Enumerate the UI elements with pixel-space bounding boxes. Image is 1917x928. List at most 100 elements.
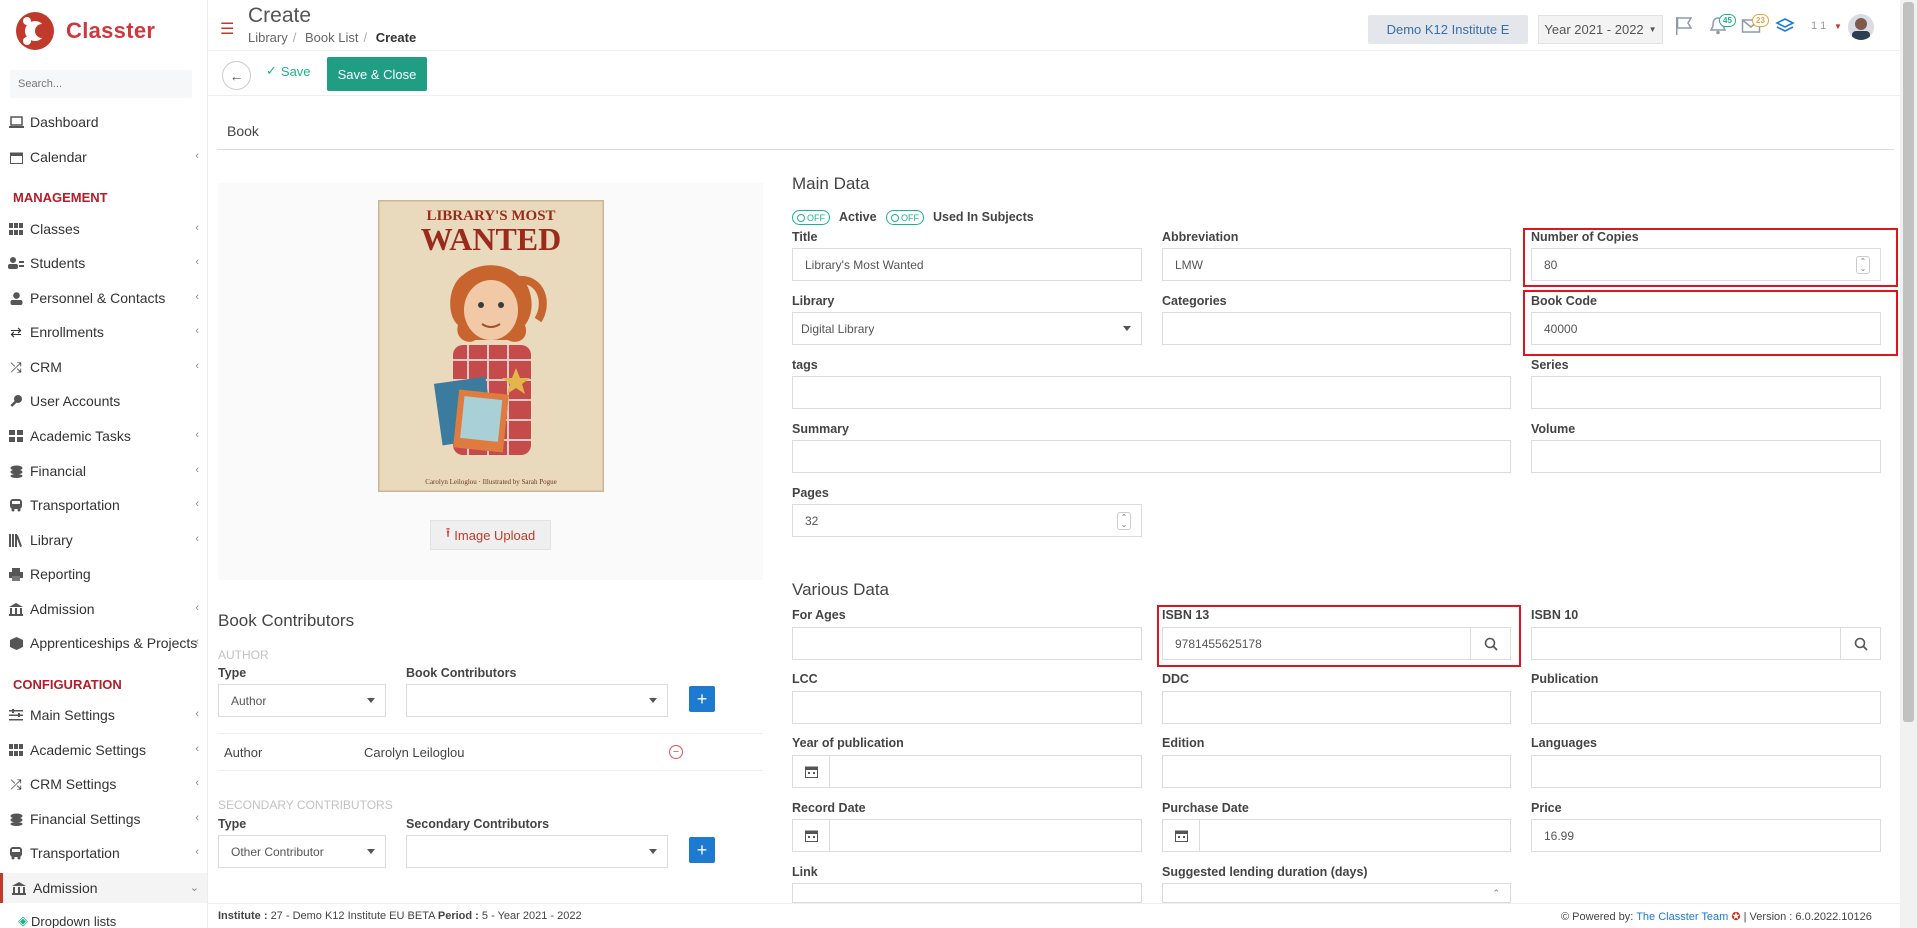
add-author-button[interactable]: + bbox=[689, 686, 715, 712]
sidebar-item-calendar[interactable]: Calendar ‹ bbox=[0, 142, 207, 172]
price-input[interactable]: 16.99 bbox=[1531, 819, 1881, 852]
footer-period-value: 5 - Year 2021 - 2022 bbox=[481, 910, 582, 922]
add-secondary-contributor-button[interactable]: + bbox=[689, 837, 715, 863]
used-in-subjects-toggle[interactable]: OFF bbox=[886, 210, 924, 225]
flag-icon[interactable] bbox=[1674, 16, 1694, 41]
caret-down-icon[interactable]: ▼ bbox=[1834, 22, 1842, 31]
secondary-type-select[interactable]: Other Contributor bbox=[218, 835, 386, 868]
price-label: Price bbox=[1531, 801, 1562, 815]
lcc-input[interactable] bbox=[792, 691, 1142, 724]
save-button-label: Save bbox=[280, 63, 311, 79]
sidebar-item-dashboard[interactable]: Dashboard bbox=[0, 107, 207, 137]
active-toggle[interactable]: OFF bbox=[792, 210, 830, 225]
user-icon bbox=[7, 291, 25, 305]
sidebar-item-crm-settings[interactable]: ⤮ CRM Settings ‹ bbox=[0, 769, 207, 799]
sidebar-item-user-accounts[interactable]: User Accounts bbox=[0, 386, 207, 416]
sidebar-item-library[interactable]: Library ‹ bbox=[0, 525, 207, 555]
footer-version: | Version : 6.0.2022.10126 bbox=[1743, 911, 1872, 923]
title-input[interactable]: Library's Most Wanted bbox=[792, 248, 1142, 281]
book-contributors-select[interactable] bbox=[406, 684, 668, 717]
sidebar-item-transportation-settings[interactable]: Transportation ‹ bbox=[0, 838, 207, 868]
arrow-left-icon: ← bbox=[229, 67, 244, 84]
record-date-input[interactable] bbox=[792, 819, 1142, 852]
sidebar-item-academic-settings[interactable]: Academic Settings ‹ bbox=[0, 735, 207, 765]
sidebar-item-financial[interactable]: Financial ‹ bbox=[0, 456, 207, 486]
sidebar-item-admission[interactable]: Admission ‹ bbox=[0, 594, 207, 624]
image-upload-button[interactable]: ⭱ Image Upload bbox=[430, 520, 551, 550]
lending-duration-input[interactable]: ⌃ bbox=[1162, 883, 1511, 903]
sidebar-item-apprenticeships[interactable]: Apprenticeships & Projects ‹ bbox=[0, 628, 207, 658]
for-ages-input[interactable] bbox=[792, 627, 1142, 660]
summary-input[interactable] bbox=[792, 440, 1511, 473]
publication-input[interactable] bbox=[1531, 691, 1881, 724]
sidebar-item-financial-settings[interactable]: Financial Settings ‹ bbox=[0, 804, 207, 834]
layers-icon[interactable] bbox=[1775, 16, 1795, 41]
sidebar-item-personnel[interactable]: Personnel & Contacts ‹ bbox=[0, 283, 207, 313]
series-input[interactable] bbox=[1531, 376, 1881, 409]
spinner-icon[interactable]: ⌃ ⌄ bbox=[1117, 512, 1131, 530]
tags-input[interactable] bbox=[792, 376, 1511, 409]
edition-input[interactable] bbox=[1162, 755, 1511, 788]
sidebar-item-admission-settings[interactable]: Admission ⌄ bbox=[0, 873, 207, 903]
categories-label: Categories bbox=[1162, 294, 1227, 308]
cover-title-line2: WANTED bbox=[421, 221, 561, 257]
sidebar-item-reporting[interactable]: Reporting bbox=[0, 559, 207, 589]
calendar-icon[interactable] bbox=[1163, 820, 1200, 851]
back-button[interactable]: ← bbox=[222, 61, 251, 90]
isbn10-input[interactable] bbox=[1531, 627, 1881, 660]
spinner-icon[interactable]: ⌃ bbox=[1492, 888, 1500, 899]
sidebar-item-classes[interactable]: Classes ‹ bbox=[0, 214, 207, 244]
sidebar-item-students[interactable]: Students ‹ bbox=[0, 248, 207, 278]
sidebar-item-enrollments[interactable]: ⇄ Enrollments ‹ bbox=[0, 317, 207, 347]
volume-input[interactable] bbox=[1531, 440, 1881, 473]
cover-byline: Carolyn Leiloglou · Illustrated by Sarah… bbox=[425, 478, 556, 486]
save-button[interactable]: ✓ Save bbox=[266, 63, 311, 79]
sidebar-item-label: Enrollments bbox=[30, 324, 104, 340]
sidebar-item-transportation[interactable]: Transportation ‹ bbox=[0, 490, 207, 520]
sidebar-item-crm[interactable]: ⤮ CRM ‹ bbox=[0, 352, 207, 382]
year-selector[interactable]: Year 2021 - 2022 ▼ bbox=[1538, 15, 1663, 44]
laptop-icon bbox=[7, 116, 25, 128]
classes-icon bbox=[7, 744, 25, 756]
pages-input[interactable]: 32 ⌃ ⌄ bbox=[792, 504, 1142, 537]
sidebar-item-label: CRM bbox=[30, 359, 62, 375]
coins-icon bbox=[7, 465, 25, 478]
breadcrumb-book-list[interactable]: Book List bbox=[305, 30, 358, 45]
author-type-select[interactable]: Author bbox=[218, 684, 386, 717]
sidebar-item-main-settings[interactable]: Main Settings ‹ bbox=[0, 700, 207, 730]
save-close-button[interactable]: Save & Close bbox=[327, 57, 427, 91]
institute-selector[interactable]: Demo K12 Institute E bbox=[1368, 15, 1528, 44]
sidebar-item-dropdown-lists[interactable]: ◈ Dropdown lists bbox=[0, 906, 207, 928]
avatar[interactable] bbox=[1848, 14, 1874, 40]
breadcrumb-current: Create bbox=[375, 30, 417, 45]
caret-down-icon bbox=[367, 698, 375, 703]
secondary-contributors-select[interactable] bbox=[406, 835, 668, 868]
calendar-icon[interactable] bbox=[793, 820, 830, 851]
sidebar-search-input[interactable] bbox=[10, 70, 192, 98]
sidebar-item-label: Dashboard bbox=[30, 114, 99, 130]
scrollbar-thumb[interactable] bbox=[1903, 2, 1914, 722]
ddc-input[interactable] bbox=[1162, 691, 1511, 724]
main-data-title: Main Data bbox=[792, 174, 870, 193]
link-input[interactable] bbox=[792, 883, 1142, 903]
app-logo[interactable]: Classter bbox=[14, 8, 155, 54]
title-label: Title bbox=[792, 230, 818, 244]
classter-mini-icon: ✪ bbox=[1731, 911, 1741, 923]
categories-input[interactable] bbox=[1162, 312, 1511, 345]
calendar-icon[interactable] bbox=[793, 756, 830, 787]
search-icon[interactable] bbox=[1840, 628, 1880, 659]
breadcrumb-library[interactable]: Library bbox=[248, 30, 288, 45]
library-select[interactable]: Digital Library bbox=[792, 312, 1142, 345]
footer-team-link[interactable]: The Classter Team bbox=[1636, 911, 1728, 923]
sidebar-item-academic-tasks[interactable]: Academic Tasks ‹ bbox=[0, 421, 207, 451]
chevron-left-icon: ‹ bbox=[195, 743, 199, 755]
hamburger-menu-icon[interactable]: ☰ bbox=[220, 19, 234, 39]
sidebar-item-label: Reporting bbox=[30, 566, 91, 582]
year-publication-input[interactable] bbox=[792, 755, 1142, 788]
used-in-subjects-label: Used In Subjects bbox=[933, 210, 1034, 224]
tab-book[interactable]: Book bbox=[227, 123, 259, 139]
remove-author-icon[interactable]: − bbox=[669, 745, 683, 759]
abbreviation-input[interactable]: LMW bbox=[1162, 248, 1511, 281]
languages-input[interactable] bbox=[1531, 755, 1881, 788]
purchase-date-input[interactable] bbox=[1162, 819, 1511, 852]
